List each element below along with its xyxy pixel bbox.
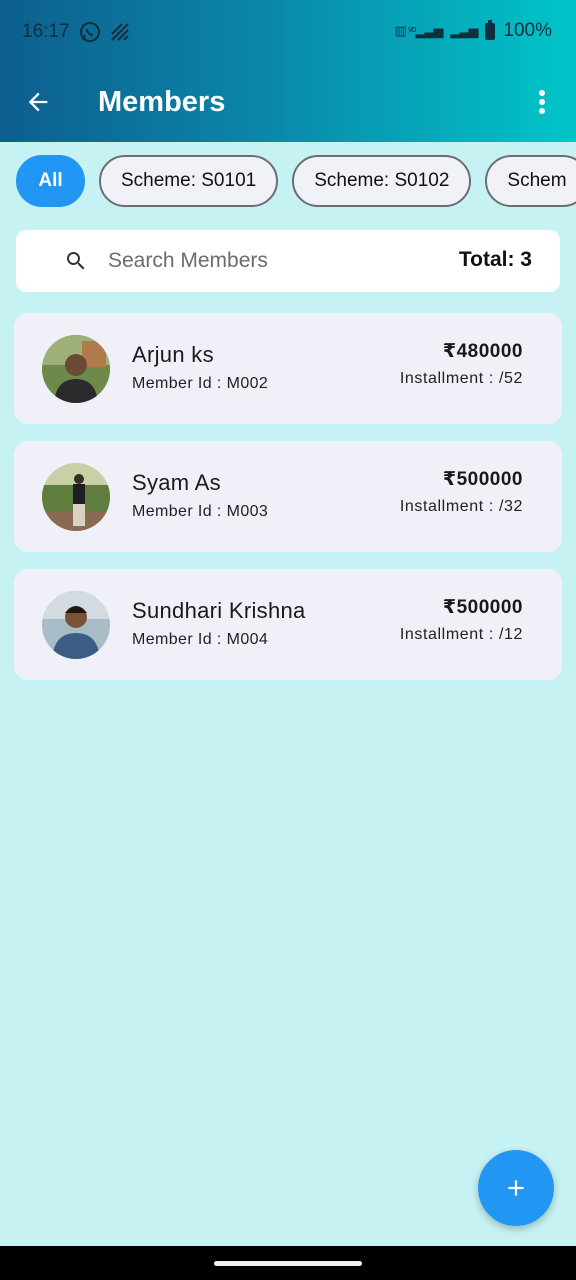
add-member-button[interactable] — [478, 1150, 554, 1226]
member-name: Sundhari Krishna — [132, 598, 306, 623]
member-name: Arjun ks — [132, 342, 214, 367]
add-icon — [508, 1180, 524, 1196]
more-options-button[interactable] — [526, 82, 558, 122]
chip-scheme-s0102[interactable]: Scheme: S0102 — [292, 155, 472, 207]
arrow-back-icon — [28, 92, 48, 112]
status-bar: 16:17 ▥ ᵛᵒ▂▃▅ ▂▃▅ 100% — [0, 0, 576, 64]
member-amount: ₹480000 — [442, 341, 523, 362]
status-system-icons: ▥ ᵛᵒ▂▃▅ ▂▃▅ 100% — [394, 19, 552, 42]
member-id: Member Id : M002 — [132, 375, 269, 392]
member-installment: Installment : /12 — [399, 626, 523, 643]
member-id: Member Id : M004 — [132, 631, 269, 648]
battery-percent: 100% — [503, 20, 552, 41]
avatar — [42, 463, 110, 531]
member-amount: ₹500000 — [442, 597, 523, 618]
back-button[interactable] — [18, 82, 58, 122]
member-installment: Installment : /52 — [399, 370, 523, 387]
signal-icon: ▂▃▅ — [450, 23, 478, 38]
volte-icon: ▥ ᵛᵒ▂▃▅ — [394, 23, 443, 38]
more-vert-icon — [539, 90, 545, 114]
home-gesture-handle[interactable] — [214, 1261, 362, 1266]
filter-chips: All Scheme: S0101 Scheme: S0102 Schem — [16, 155, 576, 209]
avatar — [42, 335, 110, 403]
member-card[interactable]: Syam As Member Id : M003 ₹500000 Install… — [14, 441, 562, 552]
member-id: Member Id : M003 — [132, 503, 269, 520]
member-name: Syam As — [132, 470, 221, 495]
search-input[interactable] — [108, 242, 408, 280]
chip-all[interactable]: All — [16, 155, 85, 207]
member-card[interactable]: Arjun ks Member Id : M002 ₹480000 Instal… — [14, 313, 562, 424]
status-time: 16:17 — [22, 21, 70, 42]
status-notification-icons — [78, 20, 130, 44]
member-amount: ₹500000 — [442, 469, 523, 490]
system-nav-bar — [0, 1246, 576, 1280]
no-signal-icon — [111, 23, 129, 41]
search-icon — [67, 252, 85, 270]
app-bar: Members — [0, 64, 576, 142]
header: 16:17 ▥ ᵛᵒ▂▃▅ ▂▃▅ 100% Members — [0, 0, 576, 142]
search-bar: Total: 3 — [16, 230, 560, 292]
avatar — [42, 591, 110, 659]
member-installment: Installment : /32 — [399, 498, 523, 515]
chip-scheme-partial[interactable]: Schem — [485, 155, 576, 207]
chip-scheme-s0101[interactable]: Scheme: S0101 — [99, 155, 279, 207]
member-card[interactable]: Sundhari Krishna Member Id : M004 ₹50000… — [14, 569, 562, 680]
whatsapp-icon — [80, 22, 100, 42]
members-screen: 16:17 ▥ ᵛᵒ▂▃▅ ▂▃▅ 100% Members All Schem… — [0, 0, 576, 1280]
page-title: Members — [98, 86, 226, 118]
total-count: Total: 3 — [458, 248, 532, 271]
battery-icon — [485, 19, 496, 40]
